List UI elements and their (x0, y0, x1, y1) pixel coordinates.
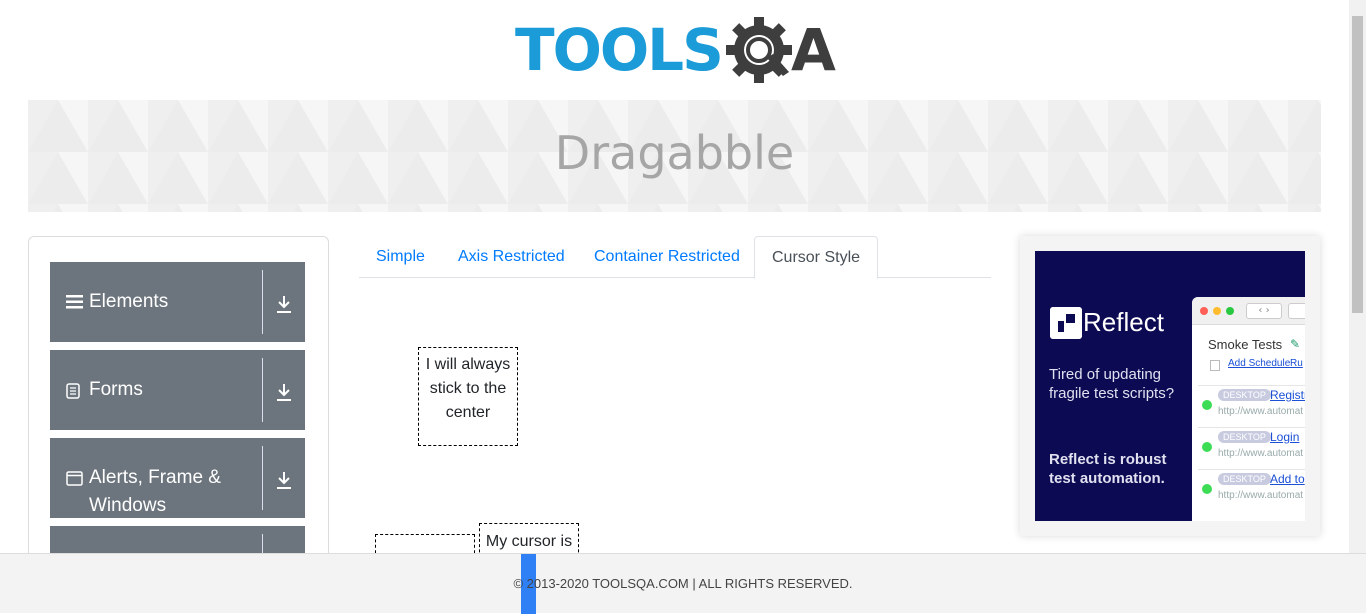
toolsqa-logo[interactable]: TOOLS A (515, 14, 837, 92)
test-name: Registr (1270, 388, 1305, 402)
reflect-ad[interactable]: Reflect Tired of updating fragile test s… (1035, 251, 1305, 521)
ad-headline: Tired of updating fragile test scripts? (1049, 366, 1175, 402)
gear-magnifier-icon (726, 17, 792, 83)
calendar-icon (1210, 360, 1220, 371)
download-icon (277, 384, 291, 401)
status-dot-icon (1202, 484, 1212, 494)
ad-test-row: DESKTOP Login http://www.automat (1198, 427, 1305, 469)
tab-cursor-style[interactable]: Cursor Style (754, 236, 879, 279)
maximize-dot-icon (1226, 307, 1234, 315)
test-tag: DESKTOP (1218, 473, 1271, 485)
sidebar-toggle-icon (1288, 303, 1305, 319)
close-dot-icon (1200, 307, 1208, 315)
sidebar-group-label: Alerts, Frame & Windows (89, 467, 221, 516)
tab-bar: Simple Axis Restricted Container Restric… (359, 236, 991, 279)
tab-axis-restricted[interactable]: Axis Restricted (441, 236, 582, 278)
pencil-icon: ✎ (1290, 337, 1301, 351)
sidebar-group-label: Elements (89, 291, 169, 312)
divider (262, 358, 263, 422)
sidebar: Elements Forms Alerts, Frame & Windows (28, 236, 329, 566)
ad-test-row: DESKTOP Add to http://www.automat (1198, 469, 1305, 511)
nav-arrows-icon: ‹ › (1246, 303, 1282, 319)
minimize-dot-icon (1213, 307, 1221, 315)
download-icon (277, 296, 291, 313)
logo-text-tail: A (791, 16, 836, 84)
sidebar-group-alerts-frame-windows[interactable]: Alerts, Frame & Windows (50, 438, 305, 518)
status-dot-icon (1202, 442, 1212, 452)
ad-tagline: Reflect is robust test automation. (1049, 451, 1167, 487)
sidebar-group-label: Forms (89, 379, 143, 400)
page-scrollbar[interactable] (1349, 0, 1366, 553)
test-tag: DESKTOP (1218, 431, 1271, 443)
ad-window-title: Smoke Tests (1208, 337, 1283, 352)
test-tag: DESKTOP (1218, 389, 1271, 401)
sidebar-group-elements[interactable]: Elements (50, 262, 305, 342)
ad-app-window: ‹ › Smoke Tests ✎ Add Schedule Ru DESKTO… (1192, 297, 1305, 521)
advertisement-card: Reflect Tired of updating fragile test s… (1020, 236, 1320, 536)
footer-copyright: © 2013-2020 TOOLSQA.COM | ALL RIGHTS RES… (513, 576, 853, 591)
drag-box-center-cursor[interactable]: I will always stick to the center (418, 347, 518, 446)
page-title: Dragabble (554, 126, 795, 180)
download-icon (277, 472, 291, 489)
sidebar-group-forms[interactable]: Forms (50, 350, 305, 430)
test-name: Login (1270, 430, 1300, 444)
divider (262, 270, 263, 334)
form-icon (66, 383, 80, 399)
status-dot-icon (1202, 400, 1212, 410)
logo-text: TOOLS (515, 16, 724, 84)
footer: © 2013-2020 TOOLSQA.COM | ALL RIGHTS RES… (0, 553, 1366, 614)
divider (262, 446, 263, 510)
test-name: Add to (1270, 472, 1305, 486)
scrollbar-thumb[interactable] (1352, 16, 1363, 313)
tab-simple[interactable]: Simple (359, 236, 442, 278)
window-icon (66, 471, 83, 486)
reflect-logo-icon (1050, 307, 1082, 339)
test-url: http://www.automat (1218, 406, 1304, 417)
hamburger-icon (66, 295, 83, 309)
test-url: http://www.automat (1218, 490, 1304, 501)
ad-run-link: Ru (1290, 358, 1303, 369)
page-banner: Dragabble (28, 100, 1321, 212)
ad-add-schedule-link: Add Schedule (1228, 358, 1291, 369)
tab-container-restricted[interactable]: Container Restricted (577, 236, 757, 278)
ad-test-row: DESKTOP Registr http://www.automat (1198, 385, 1305, 427)
ad-brand: Reflect (1083, 307, 1164, 337)
window-titlebar: ‹ › (1192, 297, 1305, 325)
test-url: http://www.automat (1218, 448, 1304, 459)
